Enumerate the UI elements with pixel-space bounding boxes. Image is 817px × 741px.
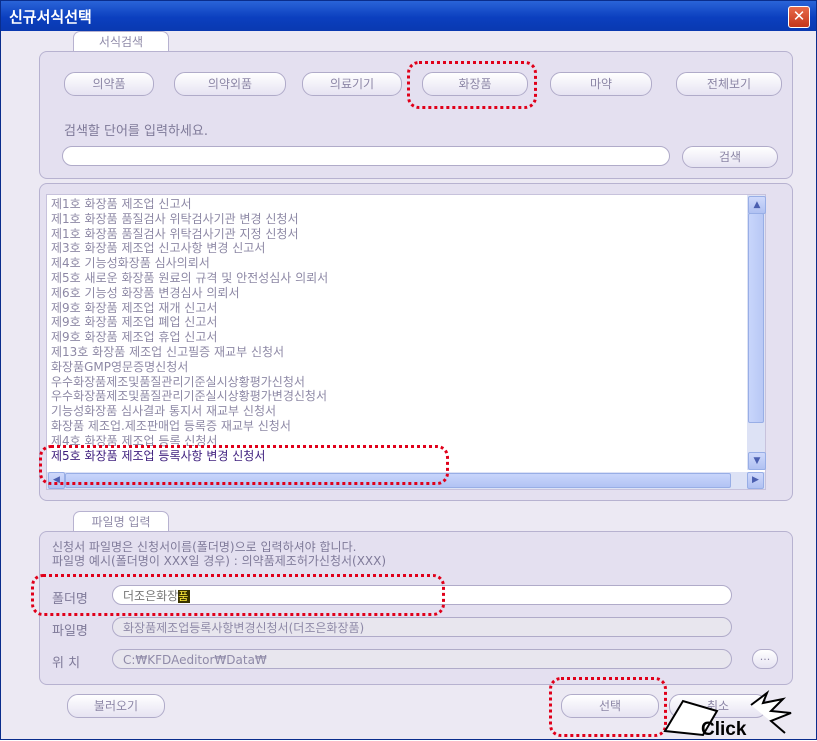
scroll-down-button[interactable]: ▼ bbox=[748, 452, 766, 470]
form-list[interactable]: 제1호 화장품 제조업 신고서 제1호 화장품 품질검사 위탁검사기관 변경 신청… bbox=[46, 194, 766, 490]
list-item[interactable]: 기능성화장품 심사결과 통지서 재교부 신청서 bbox=[51, 404, 741, 419]
list-item[interactable]: 제4호 화장품 제조업 등록 신청서 bbox=[51, 434, 741, 449]
tab-form-search[interactable]: 서식검색 bbox=[73, 31, 169, 52]
list-item[interactable]: 화장품GMP영문증명신청서 bbox=[51, 360, 741, 375]
location-label: 위 치 bbox=[52, 656, 81, 671]
list-item[interactable]: 제5호 새로운 화장품 원료의 규격 및 안전성심사 의뢰서 bbox=[51, 271, 741, 286]
list-item[interactable]: 제3호 화장품 제조업 신고사항 변경 신고서 bbox=[51, 241, 741, 256]
search-button[interactable]: 검색 bbox=[682, 146, 778, 168]
search-panel: 의약품 의약외품 의료기기 화장품 마약 전체보기 검색할 단어를 입력하세요.… bbox=[39, 51, 793, 179]
close-icon[interactable]: ✕ bbox=[793, 7, 806, 25]
list-item[interactable]: 제6호 기능성 화장품 변경심사 의뢰서 bbox=[51, 286, 741, 301]
select-button[interactable]: 선택 bbox=[561, 694, 659, 718]
list-item[interactable]: 화장품 제조업.제조판매업 등록증 재교부 신청서 bbox=[51, 419, 741, 434]
form-list-items: 제1호 화장품 제조업 신고서 제1호 화장품 품질검사 위탁검사기관 변경 신청… bbox=[51, 197, 741, 463]
location-field: C:₩KFDAeditor₩Data₩ bbox=[112, 649, 732, 669]
click-label: Click bbox=[701, 719, 747, 740]
title-bar: 신규서식선택 ✕ bbox=[1, 1, 816, 31]
list-item[interactable]: 제9호 화장품 제조업 재개 신고서 bbox=[51, 301, 741, 316]
list-item[interactable]: 제9호 화장품 제조업 휴업 신고서 bbox=[51, 330, 741, 345]
scroll-up-button[interactable]: ▲ bbox=[748, 196, 766, 214]
chevron-up-icon[interactable]: ▲ bbox=[754, 200, 761, 210]
horizontal-scrollbar[interactable]: ◀ ▶ bbox=[47, 472, 765, 489]
folder-name-value: 더조은화장 bbox=[123, 589, 179, 603]
list-item[interactable]: 우수화장품제조및품질관리기준실시상황평가신청서 bbox=[51, 375, 741, 390]
category-button-cosmetics[interactable]: 화장품 bbox=[422, 72, 528, 96]
file-label: 파일명 bbox=[52, 624, 88, 639]
close-button[interactable]: ✕ bbox=[788, 6, 810, 28]
list-item[interactable]: 제1호 화장품 제조업 신고서 bbox=[51, 197, 741, 212]
list-item[interactable]: 제4호 기능성화장품 심사의뢰서 bbox=[51, 256, 741, 271]
text-cursor: 품 bbox=[178, 590, 191, 603]
list-item[interactable]: 제5호 화장품 제조업 등록사항 변경 신청서 bbox=[51, 449, 741, 464]
scroll-left-button[interactable]: ◀ bbox=[48, 472, 65, 489]
category-button-medical-device[interactable]: 의료기기 bbox=[302, 72, 402, 96]
file-name-field: 화장품제조업등록사항변경신청서(더조은화장품) bbox=[112, 617, 732, 637]
load-button[interactable]: 불러오기 bbox=[67, 694, 165, 718]
list-item[interactable]: 제9호 화장품 제조업 폐업 신고서 bbox=[51, 315, 741, 330]
list-item[interactable]: 제1호 화장품 품질검사 위탁검사기관 지정 신청서 bbox=[51, 227, 741, 242]
filename-note-2: 파일명 예시(폴더명이 XXX일 경우) : 의약품제조허가신청서(XXX) bbox=[52, 554, 387, 568]
tab-filename-input[interactable]: 파일명 입력 bbox=[73, 511, 169, 532]
scroll-right-button[interactable]: ▶ bbox=[747, 472, 764, 489]
window-title: 신규서식선택 bbox=[9, 8, 92, 26]
filename-panel: 신청서 파일명은 신청서이름(폴더명)으로 입력하셔야 합니다. 파일명 예시(… bbox=[39, 531, 793, 685]
new-form-select-dialog: 신규서식선택 ✕ 서식검색 의약품 의약외품 의료기기 화장품 마약 전체보기 … bbox=[0, 0, 817, 740]
list-item[interactable]: 제1호 화장품 품질검사 위탁검사기관 변경 신청서 bbox=[51, 212, 741, 227]
folder-name-input[interactable]: 더조은화장품 bbox=[112, 585, 732, 605]
category-button-medicine[interactable]: 의약품 bbox=[64, 72, 154, 96]
chevron-down-icon[interactable]: ▼ bbox=[754, 456, 761, 466]
vertical-scrollbar[interactable]: ▲ ▼ bbox=[747, 195, 766, 470]
vertical-scroll-thumb[interactable] bbox=[748, 213, 764, 423]
chevron-right-icon[interactable]: ▶ bbox=[752, 475, 759, 485]
list-item[interactable]: 제13호 화장품 제조업 신고필증 재교부 신청서 bbox=[51, 345, 741, 360]
category-button-quasi-drug[interactable]: 의약외품 bbox=[174, 72, 286, 96]
category-button-view-all[interactable]: 전체보기 bbox=[676, 72, 782, 96]
search-input[interactable] bbox=[62, 146, 670, 166]
chevron-left-icon[interactable]: ◀ bbox=[53, 475, 60, 485]
category-button-narcotics[interactable]: 마약 bbox=[550, 72, 652, 96]
browse-button[interactable]: ... bbox=[752, 649, 778, 669]
horizontal-scroll-thumb[interactable] bbox=[65, 473, 731, 488]
burst-icon bbox=[750, 690, 792, 734]
folder-label: 폴더명 bbox=[52, 592, 88, 607]
search-prompt: 검색할 단어를 입력하세요. bbox=[64, 124, 208, 139]
list-item[interactable]: 우수화장품제조및품질관리기준실시상황평가변경신청서 bbox=[51, 389, 741, 404]
